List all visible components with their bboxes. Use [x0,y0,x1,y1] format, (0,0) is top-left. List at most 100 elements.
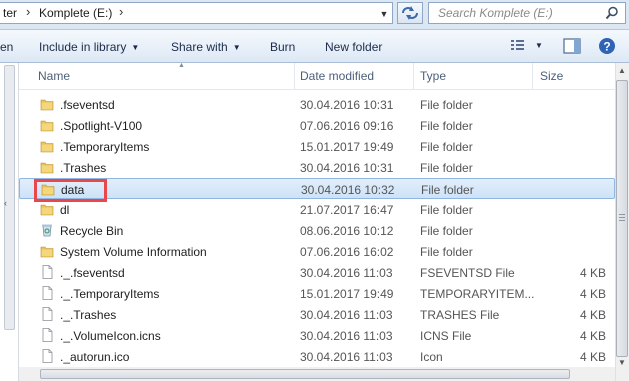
file-name: .fseventsd [60,98,115,112]
chevron-down-icon: ▼ [232,43,241,52]
folder-icon [40,120,54,132]
file-type: File folder [420,224,473,238]
list-item[interactable]: .TemporaryItems 15.01.2017 19:49 File fold… [19,136,615,157]
address-bar-area: ter › Komplete (E:) › ▼ Search Komplete … [0,0,629,30]
scrollbar-thumb[interactable] [616,80,628,357]
file-name: System Volume Information [60,245,207,259]
file-name: ._.TemporaryItems [60,287,160,301]
list-item[interactable]: Recycle Bin 08.06.2016 10:12 File folder [19,220,615,241]
address-bar[interactable]: ter › Komplete (E:) › ▼ [0,2,393,24]
preview-pane-icon[interactable] [563,38,581,54]
file-date: 30.04.2016 10:31 [300,161,394,175]
file-date: 08.06.2016 10:12 [300,224,394,238]
breadcrumb-chevron-icon[interactable]: › [26,4,30,19]
folder-icon [40,99,54,111]
list-item[interactable]: ._.VolumeIcon.icns 30.04.2016 11:03 ICNS F… [19,325,615,346]
list-item[interactable]: .fseventsd 30.04.2016 10:31 File folder [19,94,615,115]
scroll-down-arrow-icon[interactable]: ▼ [618,358,626,367]
include-in-library-label: Include in library [39,40,127,54]
file-date: 30.04.2016 11:03 [300,308,393,322]
view-options-chevron-icon[interactable]: ▼ [535,41,543,50]
include-in-library-button[interactable]: Include in library ▼ [39,40,139,54]
scroll-up-arrow-icon[interactable]: ▲ [618,66,626,75]
file-type: File folder [420,98,473,112]
chevron-down-icon: ▼ [131,43,140,52]
file-date: 30.04.2016 10:32 [301,183,395,197]
list-item[interactable]: ._.TemporaryItems 15.01.2017 19:49 TEMPORA… [19,283,615,304]
file-size: 4 KB [579,329,606,343]
file-type: File folder [420,161,473,175]
horizontal-scrollbar-thumb[interactable] [40,369,570,379]
column-header-date[interactable]: Date modified [300,69,374,83]
help-icon[interactable]: ? [598,37,616,55]
folder-icon [40,162,54,174]
search-input[interactable]: Search Komplete (E:) [428,2,626,24]
address-history-dropdown-icon[interactable]: ▼ [376,5,392,23]
list-item[interactable]: ._.fseventsd 30.04.2016 11:03 FSEVENTSD Fi… [19,262,615,283]
file-size: 4 KB [579,287,606,301]
file-name: ._.VolumeIcon.icns [60,329,161,343]
file-icon [42,328,53,342]
recycle-bin-icon [42,224,52,237]
file-date: 07.06.2016 09:16 [300,119,394,133]
column-header-name[interactable]: Name [38,69,70,83]
file-name: ._autorun.ico [60,350,130,364]
file-icon [42,349,53,363]
file-type: File folder [421,183,474,197]
list-item[interactable]: ._.Trashes 30.04.2016 11:03 TRASHES File 4 … [19,304,615,325]
svg-text:?: ? [603,40,610,54]
file-name: .TemporaryItems [60,140,150,154]
file-type: File folder [420,119,473,133]
search-placeholder: Search Komplete (E:) [438,6,553,20]
folder-icon [40,204,54,216]
file-date: 15.01.2017 19:49 [300,140,394,154]
file-date: 30.04.2016 11:03 [300,329,393,343]
new-folder-button[interactable]: New folder [325,40,382,54]
list-item[interactable]: dl 21.07.2017 16:47 File folder [19,199,615,220]
column-header-row: Name ▲ Date modified Type Size [19,62,615,90]
list-item[interactable]: .Spotlight-V100 07.06.2016 09:16 File fold… [19,115,615,136]
file-name: Recycle Bin [60,224,124,238]
breadcrumb-previous[interactable]: ter [3,6,17,20]
file-date: 15.01.2017 19:49 [300,287,394,301]
file-name: ._.Trashes [60,308,117,322]
list-item[interactable]: ._autorun.ico 30.04.2016 11:03 Icon 4 KB [19,346,615,367]
command-bar: en Include in library ▼ Share with ▼ Burn … [0,30,629,63]
list-item[interactable]: .Trashes 30.04.2016 10:31 File folder [19,157,615,178]
file-name: .Spotlight-V100 [60,119,143,133]
column-header-size[interactable]: Size [540,69,563,83]
file-name: .Trashes [60,161,107,175]
breadcrumb-chevron-icon[interactable]: › [119,4,123,19]
file-icon [42,286,53,300]
breadcrumb-current[interactable]: Komplete (E:) [39,6,112,20]
burn-button[interactable]: Burn [270,40,295,54]
file-date: 30.04.2016 11:03 [300,350,393,364]
file-icon [42,307,53,321]
file-size: 4 KB [579,350,606,364]
file-type: File folder [420,245,473,259]
file-date: 07.06.2016 16:02 [300,245,394,259]
refresh-button[interactable] [397,2,423,24]
list-item[interactable]: System Volume Information 07.06.2016 16:0… [19,241,615,262]
open-button[interactable]: en [0,40,13,54]
file-date: 30.04.2016 10:31 [300,98,394,112]
change-view-icon[interactable] [510,38,526,52]
folder-icon [40,246,54,258]
column-header-type[interactable]: Type [420,69,446,83]
file-type: TRASHES File [420,308,500,322]
column-divider[interactable] [532,63,533,89]
collapse-arrow-icon[interactable]: ‹ [4,198,7,208]
file-type: TEMPORARYITEM... [420,287,535,301]
column-divider[interactable] [294,63,295,89]
list-item-selected[interactable]: data 30.04.2016 10:32 File folder [19,178,615,199]
file-name: dl [60,203,70,217]
search-icon[interactable] [605,6,619,20]
file-name: ._.fseventsd [60,266,125,280]
share-with-button[interactable]: Share with ▼ [171,40,241,54]
file-date: 21.07.2017 16:47 [300,203,394,217]
folder-icon [40,141,54,153]
column-divider[interactable] [413,63,414,89]
file-type: FSEVENTSD File [420,266,515,280]
file-icon [42,265,53,279]
file-size: 4 KB [579,308,606,322]
